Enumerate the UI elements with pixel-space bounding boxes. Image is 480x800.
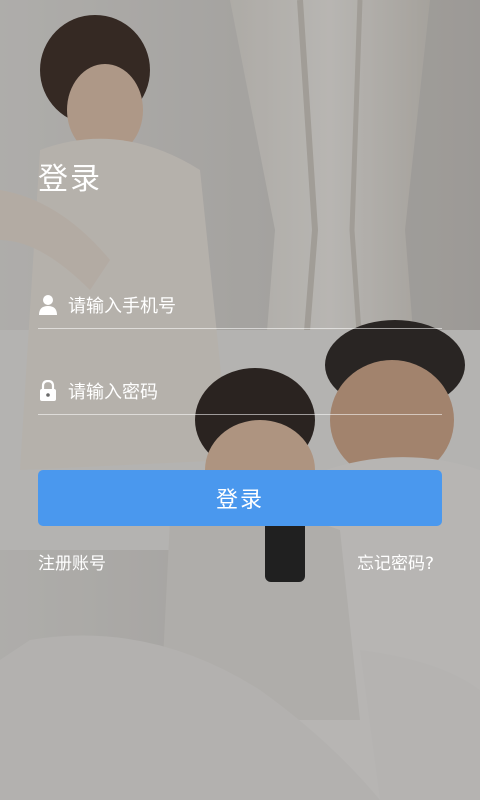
- forgot-password-link[interactable]: 忘记密码?: [357, 549, 434, 574]
- phone-field: [38, 284, 442, 329]
- login-button[interactable]: 登录: [38, 470, 442, 526]
- password-input[interactable]: [68, 378, 428, 406]
- phone-input[interactable]: [68, 292, 428, 320]
- lock-icon: [40, 380, 56, 401]
- page-title: 登录: [38, 162, 102, 197]
- password-field: [38, 370, 442, 415]
- register-link[interactable]: 注册账号: [38, 549, 106, 574]
- login-screen: 登录 登录 注册账号 忘记密码?: [0, 0, 480, 800]
- user-icon: [39, 295, 57, 315]
